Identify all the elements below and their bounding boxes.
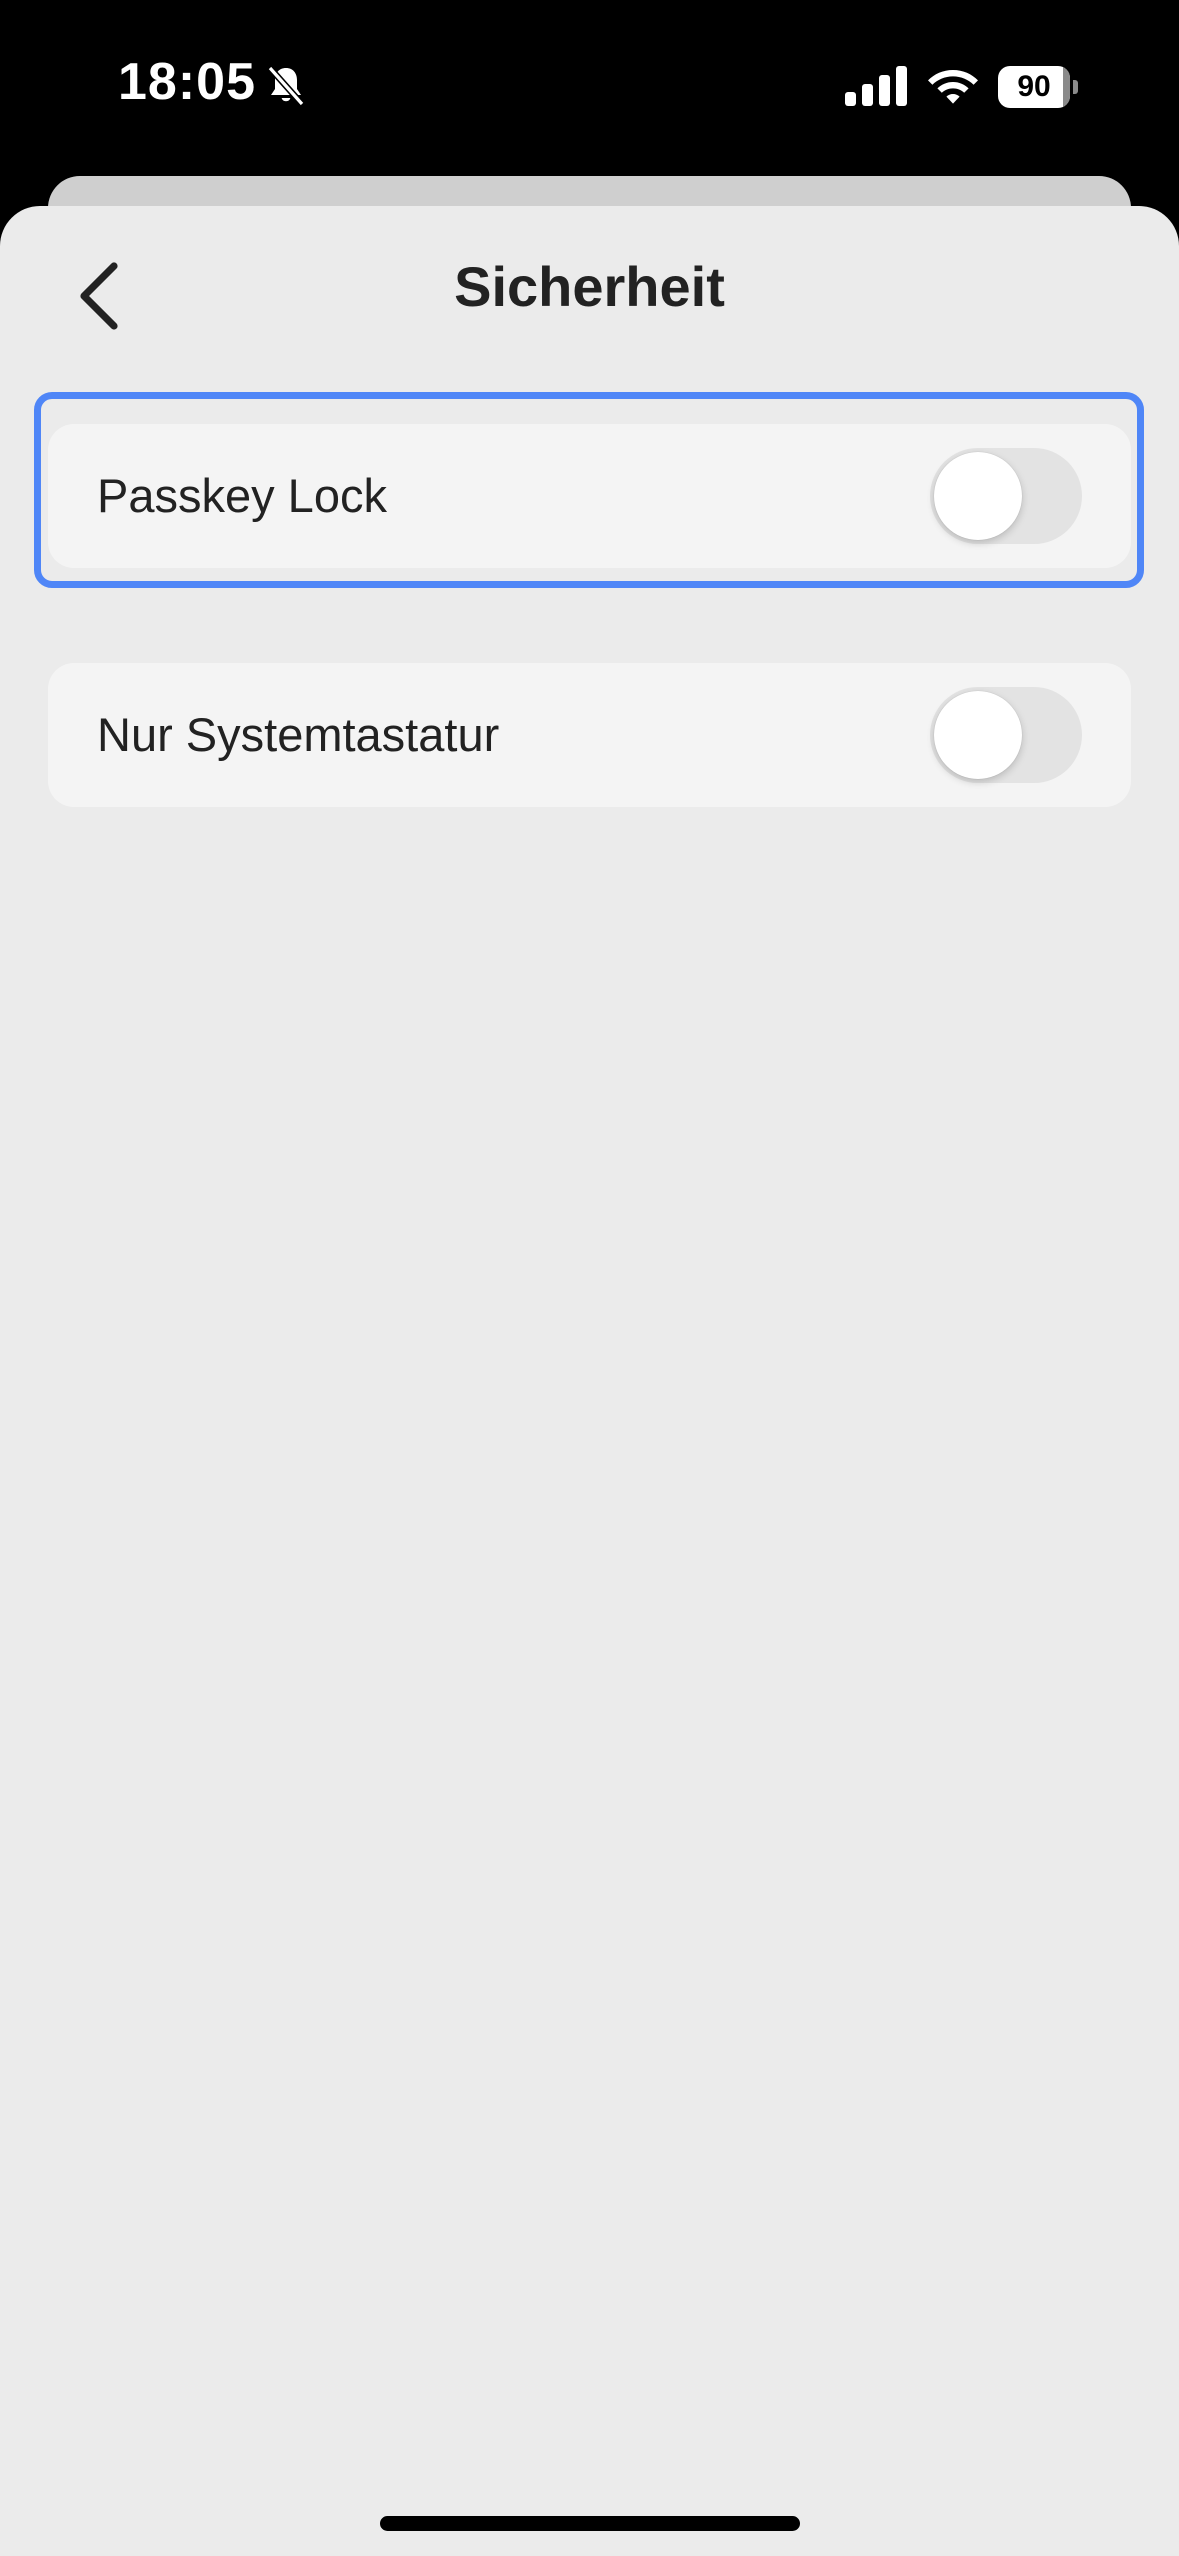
battery-icon: 90 [998,66,1078,108]
system-keyboard-toggle[interactable] [930,687,1082,783]
nav-bar: Sicherheit [0,206,1179,376]
toggle-knob [934,691,1022,779]
battery-cap [1073,80,1078,94]
setting-label: Passkey Lock [97,469,387,522]
battery-level: 90 [1017,70,1051,103]
battery-body: 90 [998,66,1070,108]
toggle-knob [934,452,1022,540]
page-title: Sicherheit [454,255,725,318]
bell-slash-icon [267,65,305,107]
status-time: 18:05 [118,53,256,111]
passkey-lock-toggle[interactable] [930,448,1082,544]
settings-sheet: Sicherheit Passkey Lock Nur Systemtastat… [0,206,1179,2556]
setting-label: Nur Systemtastatur [97,708,500,761]
status-bar: 18:05 90 [0,0,1179,175]
home-indicator[interactable] [380,2516,800,2531]
cellular-signal-icon [845,66,907,106]
wifi-icon [928,70,978,104]
setting-row-system-keyboard: Nur Systemtastatur [48,663,1131,807]
phone-screen: 18:05 90 Sicherheit Passkey Lock Nur Sys… [0,0,1179,2556]
setting-row-passkey-lock: Passkey Lock [48,424,1131,568]
